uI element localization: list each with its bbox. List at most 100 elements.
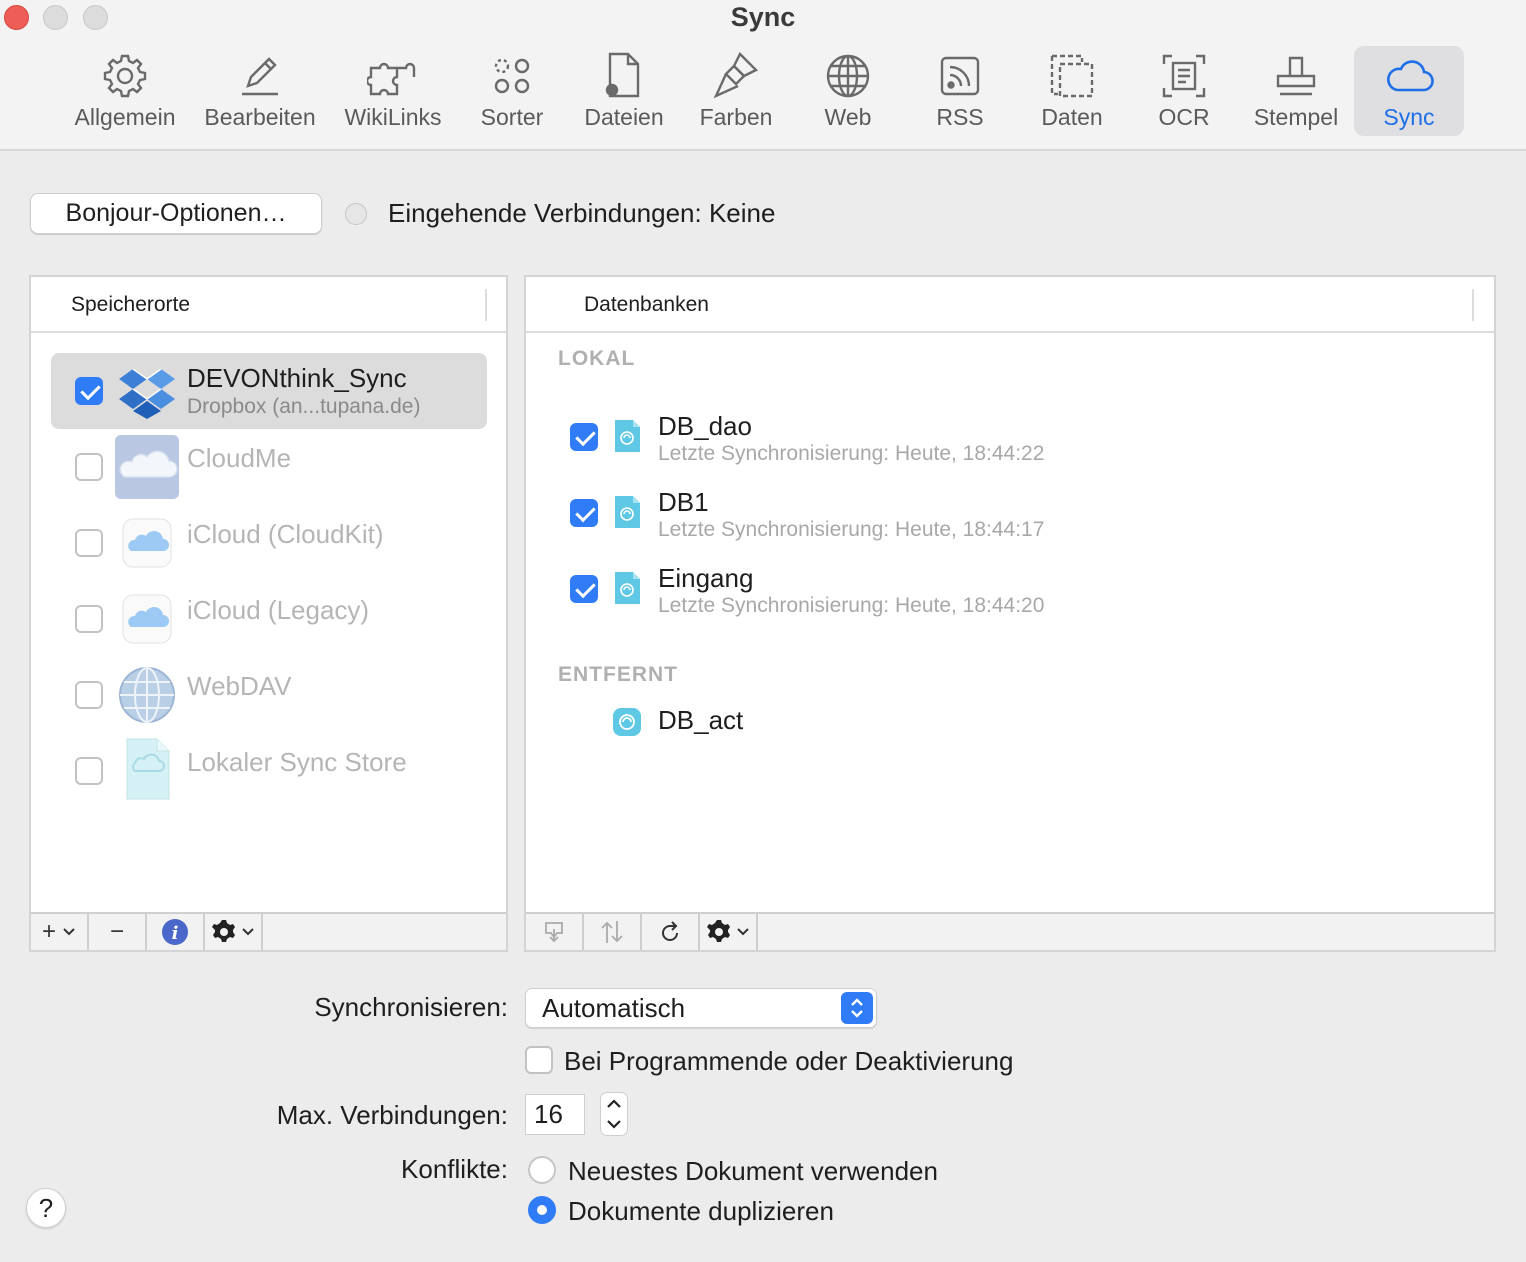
toolbar-label: Web <box>824 104 872 130</box>
database-file-icon <box>615 420 640 452</box>
toolbar-tab-web[interactable]: Web <box>806 46 890 136</box>
location-checkbox[interactable] <box>75 681 103 709</box>
remove-location-button[interactable]: − <box>89 914 147 950</box>
conflict-newest-radio[interactable] <box>528 1156 556 1184</box>
toolbar-tab-ocr[interactable]: OCR <box>1144 46 1224 136</box>
chevron-down-icon <box>242 928 254 936</box>
database-name: DB1 <box>658 487 709 517</box>
location-checkbox[interactable] <box>75 453 103 481</box>
toolbar-tab-farben[interactable]: Farben <box>690 46 782 136</box>
cloudme-icon <box>115 435 179 499</box>
location-row-webdav[interactable]: WebDAV <box>51 657 487 733</box>
import-database-button[interactable] <box>526 914 584 950</box>
database-checkbox[interactable] <box>570 423 598 451</box>
max-connections-stepper[interactable] <box>600 1092 628 1136</box>
toolbar-label: Allgemein <box>74 104 176 130</box>
gear-icon <box>103 54 147 98</box>
sync-store-file-icon <box>126 738 170 800</box>
svg-text:i: i <box>172 923 179 944</box>
sync-on-quit-checkbox[interactable] <box>525 1046 553 1074</box>
location-checkbox[interactable] <box>75 377 103 405</box>
database-checkbox[interactable] <box>570 499 598 527</box>
pencil-icon <box>242 57 278 96</box>
toolbar-tab-wikilinks[interactable]: WikiLinks <box>336 46 450 136</box>
toolbar-label: Daten <box>1041 104 1103 130</box>
conflict-duplicate-radio[interactable] <box>528 1196 556 1224</box>
database-sync-status: Letzte Synchronisierung: Heute, 18:44:17 <box>658 518 1045 541</box>
toolbar-label: WikiLinks <box>344 104 442 130</box>
toolbar-tab-sorter[interactable]: Sorter <box>470 46 554 136</box>
brush-icon <box>713 51 759 99</box>
max-connections-field[interactable]: 16 <box>525 1094 585 1135</box>
puzzle-icon <box>367 62 416 96</box>
sync-on-quit-label: Bei Programmende oder Deaktivierung <box>564 1046 1014 1076</box>
database-name: DB_act <box>658 705 744 735</box>
rss-icon <box>940 56 980 96</box>
database-file-icon <box>615 572 640 604</box>
locations-header: Speicherorte <box>31 277 506 333</box>
location-actions-menu[interactable] <box>205 914 263 950</box>
database-sync-status: Letzte Synchronisierung: Heute, 18:44:20 <box>658 594 1045 617</box>
sorter-icon <box>494 58 530 94</box>
plus-icon: + <box>41 918 56 945</box>
location-row-icloud-legacy[interactable]: iCloud (Legacy) <box>51 581 487 657</box>
refresh-icon <box>662 921 678 941</box>
location-checkbox[interactable] <box>75 529 103 557</box>
toolbar-label: Bearbeiten <box>204 104 316 130</box>
toolbar-tab-daten[interactable]: Daten <box>1030 46 1114 136</box>
webdav-globe-icon <box>119 667 175 723</box>
toolbar-tab-sync[interactable]: Sync <box>1354 46 1464 136</box>
toolbar-tab-stempel[interactable]: Stempel <box>1246 46 1346 136</box>
synchronize-now-button[interactable] <box>642 914 700 950</box>
database-name: Eingang <box>658 563 754 593</box>
databases-panel: Datenbanken LOKAL DB_dao Letzte Synchron… <box>524 275 1496 952</box>
sync-mode-select[interactable]: Automatisch <box>525 988 877 1028</box>
chevron-down-icon <box>63 928 75 936</box>
gear-icon <box>212 920 235 942</box>
location-row-local-sync-store[interactable]: Lokaler Sync Store <box>51 733 487 809</box>
location-checkbox[interactable] <box>75 757 103 785</box>
location-row-icloud-cloudkit[interactable]: iCloud (CloudKit) <box>51 505 487 581</box>
database-name: DB_dao <box>658 411 752 441</box>
connection-status-indicator <box>345 203 367 225</box>
globe-icon <box>826 54 870 98</box>
download-tray-icon <box>545 922 563 943</box>
conflicts-label: Konflikte: <box>401 1154 508 1184</box>
location-checkbox[interactable] <box>75 605 103 633</box>
toolbar-label: Sorter <box>480 104 544 130</box>
locations-panel: Speicherorte DEVONthink_Sync Dropbox (an… <box>29 275 508 952</box>
location-info-button[interactable]: i <box>147 914 205 950</box>
toolbar-tab-allgemein[interactable]: Allgemein <box>66 46 184 136</box>
up-down-arrows-icon <box>601 921 623 943</box>
location-name: Lokaler Sync Store <box>187 747 407 777</box>
help-button[interactable]: ? <box>26 1188 66 1228</box>
sync-mode-label: Synchronisieren: <box>314 992 508 1022</box>
toolbar-tab-bearbeiten[interactable]: Bearbeiten <box>198 46 322 136</box>
file-gear-icon <box>605 52 640 98</box>
databases-footer-bar <box>526 912 1494 950</box>
locations-column-title: Speicherorte <box>71 293 191 316</box>
database-sync-status: Letzte Synchronisierung: Heute, 18:44:22 <box>658 442 1045 465</box>
chevron-down-icon <box>737 928 749 936</box>
toolbar-tab-dateien[interactable]: Dateien <box>574 46 674 136</box>
bonjour-options-button[interactable]: Bonjour-Optionen… <box>30 193 322 234</box>
add-location-button[interactable]: + <box>31 914 89 950</box>
ocr-icon <box>1162 54 1206 98</box>
incoming-connections-status: Eingehende Verbindungen: Keine <box>388 198 776 228</box>
minus-icon: − <box>109 918 124 945</box>
sync-direction-button[interactable] <box>584 914 642 950</box>
info-icon: i <box>162 919 188 945</box>
database-actions-menu[interactable] <box>700 914 758 950</box>
dropbox-icon <box>119 368 175 419</box>
location-name: DEVONthink_Sync <box>187 363 407 393</box>
location-row-devonthink-sync[interactable]: DEVONthink_Sync Dropbox (an...tupana.de) <box>51 353 487 429</box>
gear-icon <box>707 920 730 942</box>
toolbar-tab-rss[interactable]: RSS <box>920 46 1000 136</box>
local-section-heading: LOKAL <box>558 347 636 370</box>
database-checkbox[interactable] <box>570 575 598 603</box>
locations-footer-bar: + − i <box>31 912 506 950</box>
toolbar-label: Sync <box>1383 104 1435 130</box>
toolbar-label: Stempel <box>1253 104 1339 130</box>
location-row-cloudme[interactable]: CloudMe <box>51 429 487 505</box>
column-divider <box>485 289 487 321</box>
